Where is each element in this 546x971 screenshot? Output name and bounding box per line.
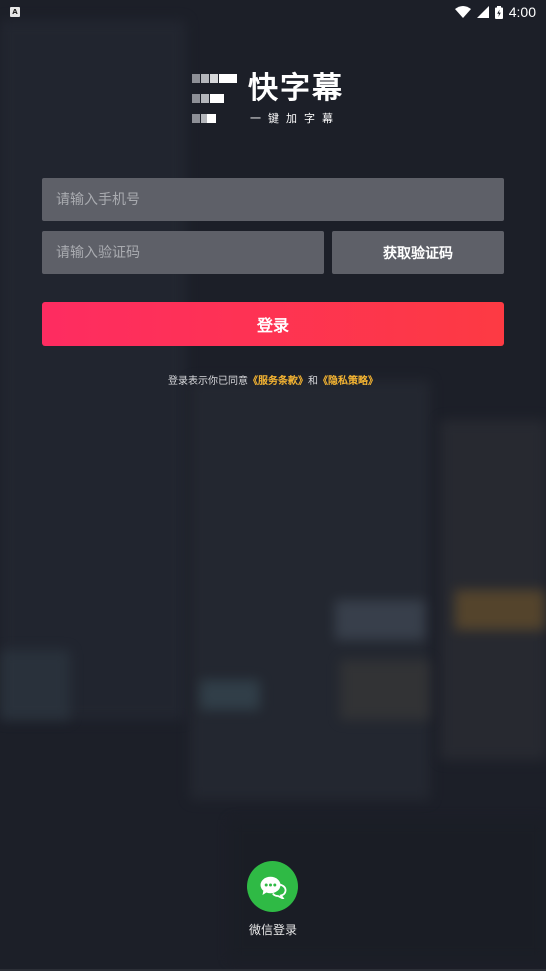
app-logo: 快字幕 一键加字幕 [192,72,357,130]
login-button[interactable]: 登录 [42,302,504,346]
status-left: A [10,7,20,17]
status-time: 4:00 [508,4,536,20]
app-title: 快字幕 [248,71,344,106]
bg-blur-block [455,590,545,630]
wifi-icon [454,6,471,18]
status-right: 4:00 [454,4,536,20]
privacy-link[interactable]: 《隐私策略》 [318,376,378,387]
bg-blur-block [340,660,430,720]
status-bar: A 4:00 [0,0,546,24]
agreement-text: 登录表示你已同意《服务条款》和《隐私策略》 [0,372,546,387]
battery-icon [494,5,503,19]
bg-blur-block [200,680,260,710]
cellular-icon [476,6,489,18]
logo-mark-icon [192,74,237,123]
terms-link[interactable]: 《服务条款》 [248,376,308,387]
bg-blur-block [0,20,186,720]
a-icon: A [10,7,20,17]
get-code-button[interactable]: 获取验证码 [332,231,504,274]
code-field[interactable] [42,231,324,274]
phone-field[interactable] [42,178,504,221]
agreement-prefix: 登录表示你已同意 [168,376,248,387]
bg-blur-block [190,380,430,800]
bg-blur-block [335,600,425,640]
agreement-conjunction: 和 [308,376,318,387]
phone-input[interactable] [54,190,504,209]
wechat-icon [260,876,286,899]
app-slogan: 一键加字幕 [250,112,340,125]
blurred-background [0,0,546,971]
verification-code-input[interactable] [54,243,324,262]
wechat-login-button[interactable] [247,861,298,912]
bg-blur-block [0,650,70,720]
wechat-login-label: 微信登录 [248,923,297,937]
